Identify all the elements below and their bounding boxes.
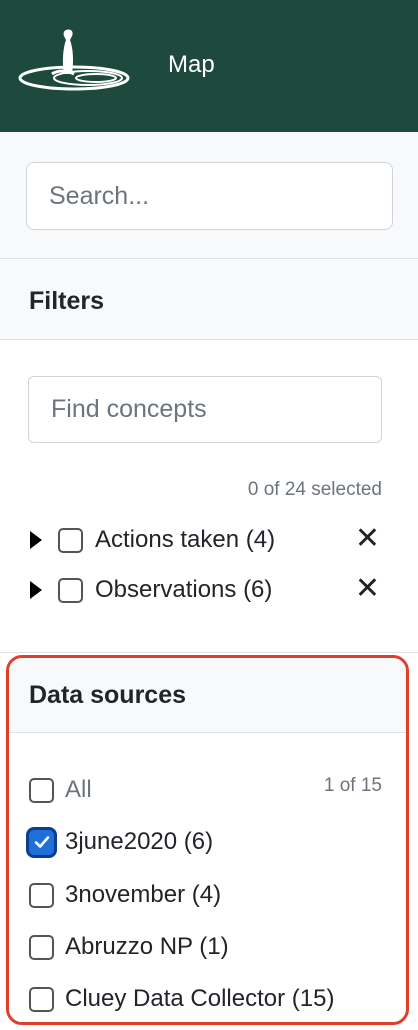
data-sources-header: Data sources bbox=[9, 658, 406, 733]
data-sources-count: 1 of 15 bbox=[323, 775, 382, 796]
close-icon[interactable]: ✕ bbox=[355, 573, 380, 605]
data-source-item[interactable]: Abruzzo NP (1) bbox=[29, 931, 229, 963]
data-source-item[interactable]: Cluey Data Collector (15) bbox=[29, 983, 334, 1015]
data-source-label: All bbox=[65, 776, 92, 803]
concept-row-observations: Observations (6) ✕ bbox=[30, 572, 390, 608]
search-input[interactable] bbox=[26, 162, 393, 230]
data-source-label: Abruzzo NP (1) bbox=[65, 933, 229, 960]
concept-label: Actions taken (4) bbox=[95, 526, 276, 553]
page-title: Map bbox=[168, 51, 215, 78]
data-source-checkbox[interactable] bbox=[29, 829, 54, 855]
data-source-label: 3june2020 (6) bbox=[65, 828, 214, 855]
concept-row-actions: Actions taken (4) ✕ bbox=[30, 522, 390, 558]
data-source-checkbox[interactable] bbox=[29, 986, 54, 1012]
data-source-item[interactable]: 3november (4) bbox=[29, 879, 221, 911]
data-source-checkbox[interactable] bbox=[29, 934, 54, 960]
meerkat-logo-icon[interactable] bbox=[16, 26, 132, 98]
data-source-checkbox[interactable] bbox=[29, 882, 54, 908]
data-source-item[interactable]: 3june2020 (6) bbox=[29, 826, 213, 858]
data-sources-title: Data sources bbox=[29, 681, 187, 709]
concept-label: Observations (6) bbox=[95, 576, 273, 603]
app-header: Map bbox=[0, 0, 418, 132]
filters-panel: 0 of 24 selected Actions taken (4) ✕ Obs… bbox=[0, 341, 418, 653]
filters-header: Filters bbox=[0, 260, 418, 340]
data-sources-panel: Data sources 1 of 15 All 3june2020 (6) 3… bbox=[6, 655, 409, 1025]
close-icon[interactable]: ✕ bbox=[355, 523, 380, 555]
find-concepts-input[interactable] bbox=[28, 376, 382, 443]
data-source-checkbox[interactable] bbox=[29, 777, 54, 803]
expand-caret-icon[interactable] bbox=[30, 581, 42, 599]
expand-caret-icon[interactable] bbox=[30, 531, 42, 549]
data-source-label: Cluey Data Collector (15) bbox=[65, 985, 335, 1012]
checkmark-icon bbox=[34, 836, 49, 848]
data-source-item-all[interactable]: All bbox=[29, 774, 92, 806]
data-source-label: 3november (4) bbox=[65, 881, 222, 908]
search-area bbox=[0, 132, 418, 259]
filters-title: Filters bbox=[29, 287, 105, 315]
selected-count: 0 of 24 selected bbox=[247, 479, 382, 500]
concept-checkbox[interactable] bbox=[58, 527, 83, 553]
concept-checkbox[interactable] bbox=[58, 577, 83, 603]
